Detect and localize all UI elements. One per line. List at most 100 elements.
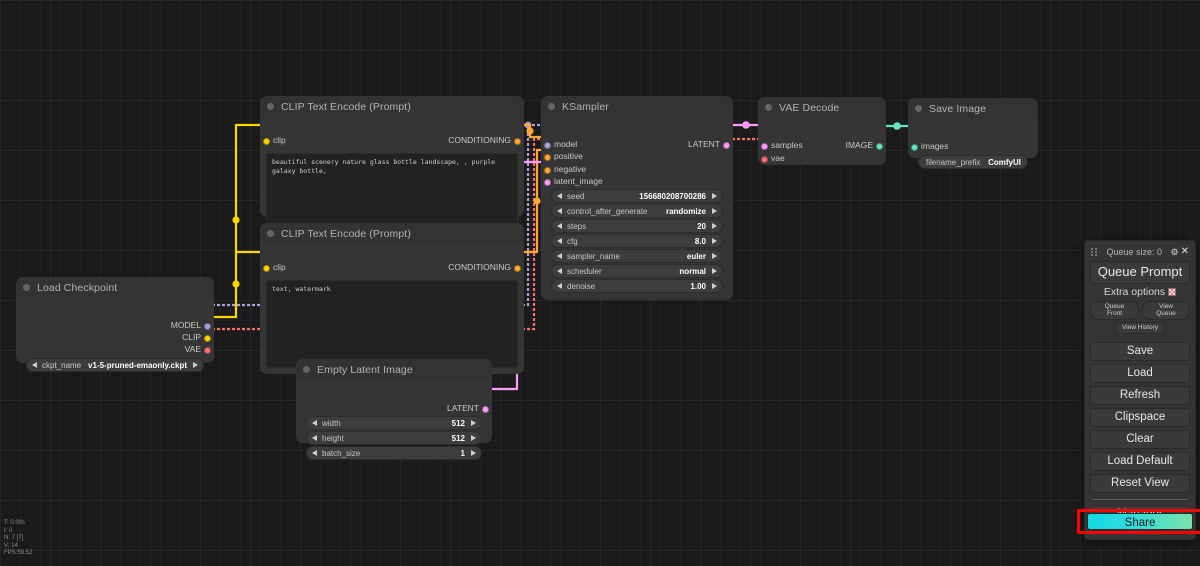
collapse-dot-icon[interactable] [765,104,772,111]
drag-handle-icon[interactable] [1090,247,1098,257]
node-titlebar[interactable]: Empty Latent Image [296,359,492,380]
increment-arrow-icon[interactable] [712,268,717,274]
node-clip-text-encode-negative[interactable]: CLIP Text Encode (Prompt) clip CONDITION… [260,223,524,374]
slot-vae-output: VAE [184,343,201,354]
port-image-output[interactable] [876,143,883,150]
increment-arrow-icon[interactable] [712,208,717,214]
port-clip-input[interactable] [263,138,270,145]
view-history-button[interactable]: View History [1113,322,1166,334]
node-titlebar[interactable]: CLIP Text Encode (Prompt) [260,96,524,117]
widget-cfg[interactable]: cfg 8.0 [551,234,723,248]
port-images-input[interactable] [911,144,918,151]
node-titlebar[interactable]: Save Image [908,98,1038,119]
port-model-input[interactable] [544,142,551,149]
port-model-output[interactable] [204,323,211,330]
widget-batch-size[interactable]: batch_size 1 [306,446,482,460]
port-latent-image-input[interactable] [544,179,551,186]
node-ksampler[interactable]: KSampler model positive negative latent_… [541,96,733,300]
widget-denoise[interactable]: denoise 1.00 [551,279,723,293]
port-latent-output[interactable] [482,406,489,413]
collapse-dot-icon[interactable] [303,366,310,373]
queue-prompt-button[interactable]: Queue Prompt [1090,261,1190,284]
queue-controls-row: Queue Front View Queue [1090,301,1190,320]
increment-arrow-icon[interactable] [712,193,717,199]
port-vae-input[interactable] [761,156,768,163]
port-conditioning-output[interactable] [514,265,521,272]
collapse-dot-icon[interactable] [267,103,274,110]
node-title: KSampler [562,100,609,113]
node-vae-decode[interactable]: VAE Decode samples vae IMAGE [758,97,886,165]
port-samples-input[interactable] [761,143,768,150]
widget-height[interactable]: height 512 [306,431,482,445]
decrement-arrow-icon[interactable] [32,362,37,368]
node-titlebar[interactable]: KSampler [541,96,733,117]
node-load-checkpoint[interactable]: Load Checkpoint MODEL CLIP VAE ckpt_name… [16,277,214,372]
node-titlebar[interactable]: VAE Decode [758,97,886,118]
decrement-arrow-icon[interactable] [312,435,317,441]
load-button[interactable]: Load [1090,364,1190,383]
clear-button[interactable]: Clear [1090,430,1190,449]
decrement-arrow-icon[interactable] [557,253,562,259]
load-default-button[interactable]: Load Default [1090,452,1190,471]
decrement-arrow-icon[interactable] [557,238,562,244]
canvas-stats: T: 0.00s I: 0 N: 7 [7] V: 14 FPS:59.52 [4,520,32,558]
node-clip-text-encode-positive[interactable]: CLIP Text Encode (Prompt) clip CONDITION… [260,96,524,241]
slot-conditioning-output: CONDITIONING [448,261,511,272]
widget-control-after-generate[interactable]: control_after_generate randomize [551,204,723,218]
share-button[interactable]: Share [1087,513,1193,530]
port-latent-output[interactable] [723,142,730,149]
increment-arrow-icon[interactable] [712,283,717,289]
widget-filename-prefix[interactable]: filename_prefix ComfyUI [918,155,1028,169]
port-negative-input[interactable] [544,167,551,174]
comfy-menu-panel[interactable]: Queue size: 0 ⚙ ✕ Queue Prompt Extra opt… [1084,240,1196,540]
port-positive-input[interactable] [544,154,551,161]
node-titlebar[interactable]: CLIP Text Encode (Prompt) [260,223,524,244]
port-conditioning-output[interactable] [514,138,521,145]
widget-steps[interactable]: steps 20 [551,219,723,233]
decrement-arrow-icon[interactable] [557,268,562,274]
decrement-arrow-icon[interactable] [557,193,562,199]
extra-options-checkbox[interactable] [1168,288,1177,296]
port-vae-output[interactable] [204,347,211,354]
decrement-arrow-icon[interactable] [312,420,317,426]
collapse-dot-icon[interactable] [267,230,274,237]
collapse-dot-icon[interactable] [915,105,922,112]
extra-options-label: Extra options [1103,286,1166,298]
prompt-textarea-negative[interactable]: text, watermark [266,280,518,368]
extra-options-row[interactable]: Extra options [1090,286,1190,298]
decrement-arrow-icon[interactable] [312,450,317,456]
stat-version: V: 14 [4,542,18,549]
widget-seed[interactable]: seed 156680208700286 [551,189,723,203]
widget-width[interactable]: width 512 [306,416,482,430]
widget-ckpt-name[interactable]: ckpt_name v1-5-pruned-emaonly.ckpt [26,358,204,372]
refresh-button[interactable]: Refresh [1090,386,1190,405]
node-titlebar[interactable]: Load Checkpoint [16,277,214,298]
view-queue-button[interactable]: View Queue [1142,301,1190,320]
collapse-dot-icon[interactable] [23,284,30,291]
port-clip-input[interactable] [263,265,270,272]
collapse-dot-icon[interactable] [548,103,555,110]
increment-arrow-icon[interactable] [471,435,476,441]
increment-arrow-icon[interactable] [471,450,476,456]
slot-latent-output: LATENT [447,402,479,413]
node-empty-latent-image[interactable]: Empty Latent Image LATENT width 512 heig… [296,359,492,460]
increment-arrow-icon[interactable] [712,253,717,259]
close-icon[interactable]: ✕ [1181,247,1189,257]
decrement-arrow-icon[interactable] [557,208,562,214]
widget-scheduler[interactable]: scheduler normal [551,264,723,278]
save-button[interactable]: Save [1090,342,1190,361]
decrement-arrow-icon[interactable] [557,223,562,229]
increment-arrow-icon[interactable] [712,223,717,229]
node-save-image[interactable]: Save Image images filename_prefix ComfyU… [908,98,1038,169]
clipspace-button[interactable]: Clipspace [1090,408,1190,427]
increment-arrow-icon[interactable] [471,420,476,426]
port-clip-output[interactable] [204,335,211,342]
widget-sampler-name[interactable]: sampler_name euler [551,249,723,263]
comfyui-canvas[interactable]: CLIP Text Encode (Prompt) clip CONDITION… [0,0,1200,566]
increment-arrow-icon[interactable] [193,362,198,368]
increment-arrow-icon[interactable] [712,238,717,244]
decrement-arrow-icon[interactable] [557,283,562,289]
reset-view-button[interactable]: Reset View [1090,474,1190,493]
queue-front-button[interactable]: Queue Front [1090,301,1140,320]
gear-icon[interactable]: ⚙ [1171,247,1179,257]
